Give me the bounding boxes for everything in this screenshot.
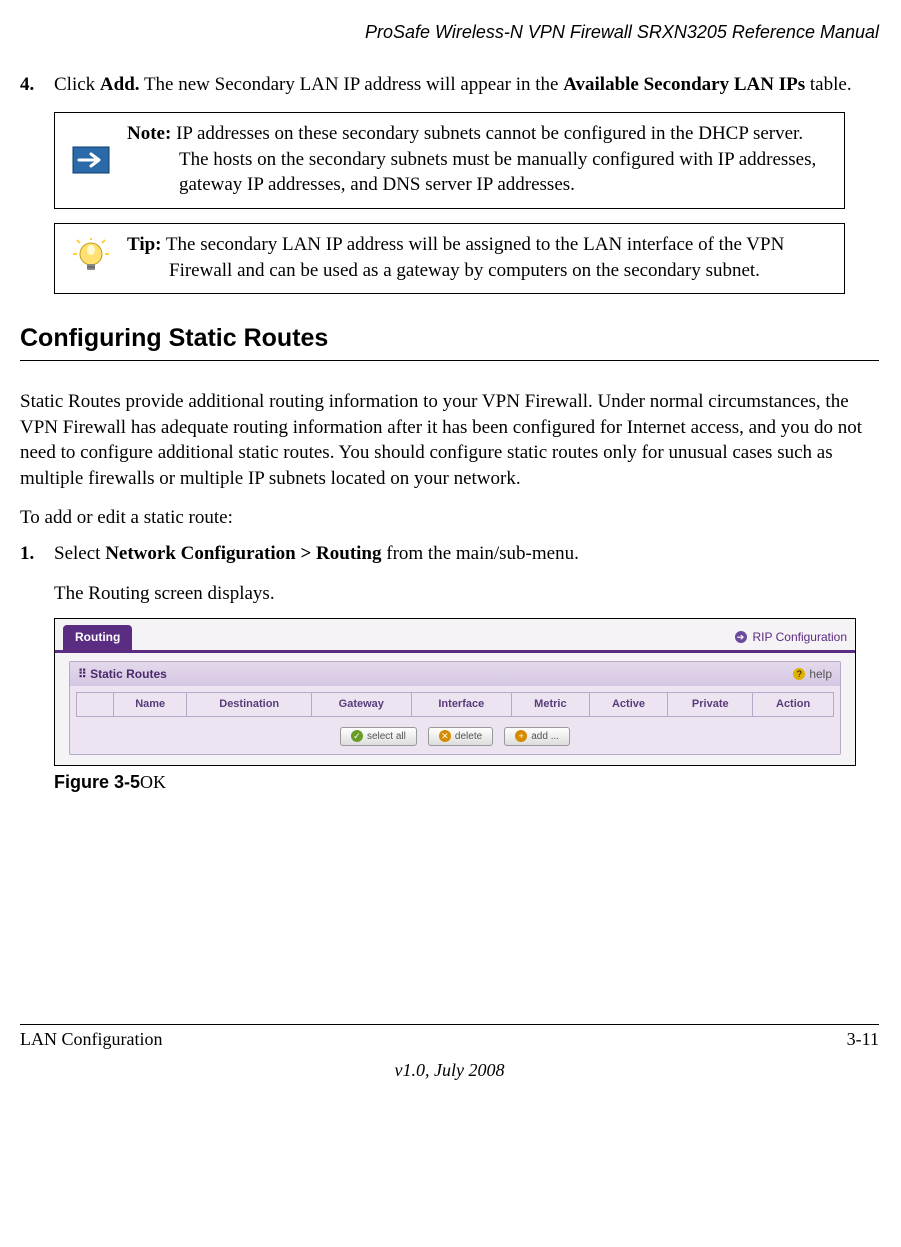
- table-header-row: Name Destination Gateway Interface Metri…: [77, 692, 834, 716]
- footer-version: v1.0, July 2008: [20, 1058, 879, 1082]
- col-metric: Metric: [512, 692, 590, 716]
- step-4-bold-add: Add.: [100, 74, 140, 95]
- static-routes-paragraph: Static Routes provide additional routing…: [20, 389, 879, 492]
- footer-right: 3-11: [847, 1027, 879, 1051]
- note-text: IP addresses on these secondary subnets …: [171, 123, 816, 195]
- table-buttons: ✓ select all ✕ delete + add ...: [70, 723, 840, 755]
- tip-text-cell: Tip: The secondary LAN IP address will b…: [127, 224, 844, 293]
- note-label: Note:: [127, 123, 171, 144]
- tab-routing[interactable]: Routing: [63, 625, 132, 649]
- static-routes-panel: ⠿ Static Routes ? help Name Destination …: [69, 661, 841, 756]
- col-checkbox: [77, 692, 114, 716]
- tip-text: The secondary LAN IP address will be ass…: [162, 234, 785, 281]
- tip-callout: Tip: The secondary LAN IP address will b…: [54, 223, 845, 294]
- step-4: 4. Click Add. The new Secondary LAN IP a…: [20, 72, 879, 98]
- delete-icon: ✕: [439, 730, 451, 742]
- col-active: Active: [589, 692, 668, 716]
- rip-link-label: RIP Configuration: [753, 629, 848, 645]
- step-4-bold-table: Available Secondary LAN IPs: [563, 74, 805, 95]
- figure-label: Figure 3-5: [54, 772, 140, 792]
- static-routes-table: Name Destination Gateway Interface Metri…: [76, 692, 834, 717]
- help-icon: ?: [793, 668, 805, 680]
- step-1-text-pre: Select: [54, 543, 105, 564]
- step-1-body: Select Network Configuration > Routing f…: [54, 541, 879, 567]
- page-footer: LAN Configuration 3-11: [20, 1024, 879, 1051]
- note-callout: Note: IP addresses on these secondary su…: [54, 112, 845, 209]
- step-4-number: 4.: [20, 72, 54, 98]
- routing-screenshot: Routing ➔ RIP Configuration ⠿ Static Rou…: [54, 618, 856, 766]
- step-1-number: 1.: [20, 541, 54, 567]
- add-label: add ...: [531, 730, 559, 744]
- delete-button[interactable]: ✕ delete: [428, 727, 493, 747]
- col-gateway: Gateway: [312, 692, 412, 716]
- plus-icon: +: [515, 730, 527, 742]
- section-heading: Configuring Static Routes: [20, 322, 879, 361]
- col-name: Name: [114, 692, 187, 716]
- routing-screen-displays: The Routing screen displays.: [54, 581, 879, 607]
- add-button[interactable]: + add ...: [504, 727, 570, 747]
- help-label: help: [809, 666, 832, 682]
- arrow-right-icon: ➔: [735, 631, 747, 643]
- col-destination: Destination: [187, 692, 312, 716]
- step-4-body: Click Add. The new Secondary LAN IP addr…: [54, 72, 879, 98]
- select-all-button[interactable]: ✓ select all: [340, 727, 417, 747]
- panel-header: ⠿ Static Routes ? help: [70, 662, 840, 686]
- col-action: Action: [753, 692, 834, 716]
- col-private: Private: [668, 692, 753, 716]
- tip-label: Tip:: [127, 234, 162, 255]
- figure-caption: Figure 3-5OK: [54, 770, 879, 794]
- step-1-bold-path: Network Configuration > Routing: [105, 543, 381, 564]
- select-all-label: select all: [367, 730, 406, 744]
- delete-label: delete: [455, 730, 482, 744]
- tip-lightbulb-icon: [55, 224, 127, 293]
- tab-bar: Routing ➔ RIP Configuration: [55, 619, 855, 652]
- check-icon: ✓: [351, 730, 363, 742]
- rip-configuration-link[interactable]: ➔ RIP Configuration: [735, 629, 848, 649]
- note-text-cell: Note: IP addresses on these secondary su…: [127, 113, 844, 208]
- step-1: 1. Select Network Configuration > Routin…: [20, 541, 879, 567]
- doc-header: ProSafe Wireless-N VPN Firewall SRXN3205…: [20, 20, 879, 44]
- panel-title: Static Routes: [90, 667, 167, 681]
- step-1-text-post: from the main/sub-menu.: [382, 543, 579, 564]
- col-interface: Interface: [411, 692, 512, 716]
- figure-suffix: OK: [140, 772, 166, 792]
- note-arrow-icon: [55, 113, 127, 208]
- footer-left: LAN Configuration: [20, 1027, 162, 1051]
- step-4-text-post: table.: [805, 74, 851, 95]
- step-4-text-pre: Click: [54, 74, 100, 95]
- add-edit-lead: To add or edit a static route:: [20, 505, 879, 531]
- step-4-text-mid: The new Secondary LAN IP address will ap…: [140, 74, 564, 95]
- help-link[interactable]: ? help: [793, 666, 832, 682]
